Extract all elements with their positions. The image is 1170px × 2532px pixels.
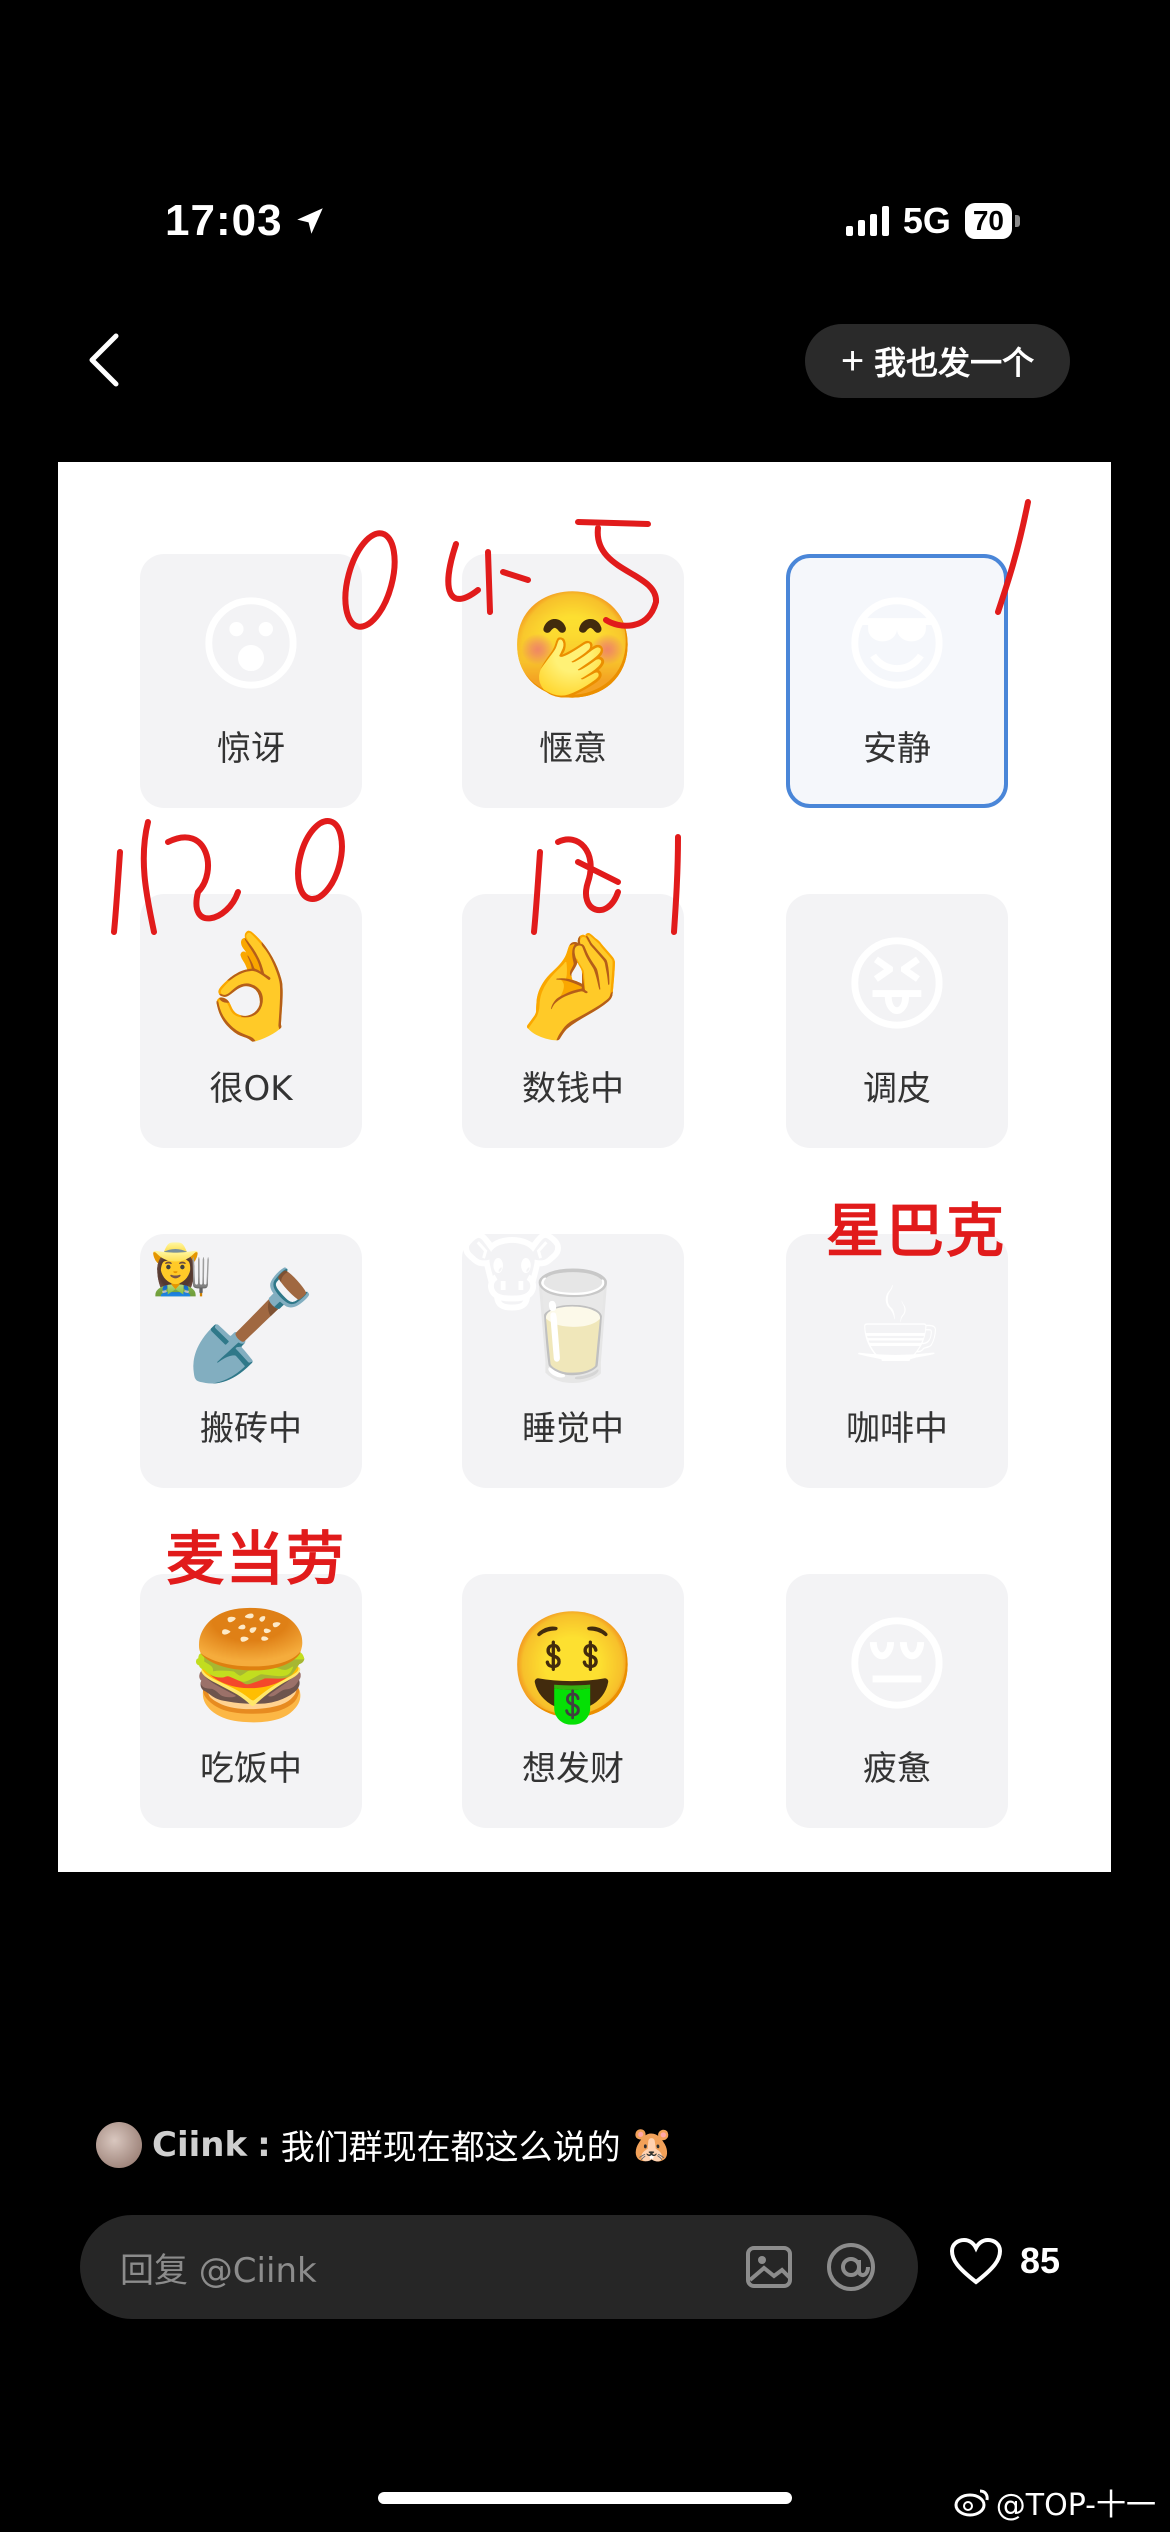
mention-icon[interactable] [824,2240,878,2294]
battery-icon: 70 [964,203,1020,239]
image-icon[interactable] [742,2240,796,2294]
location-arrow-icon [296,208,323,234]
status-time: 17:03 [165,196,327,246]
back-chevron-icon[interactable] [84,330,124,390]
mcdonalds-note: 麦当劳 [166,1525,347,1593]
comment-separator: : [257,2124,271,2165]
comment-username[interactable]: Ciink [152,2125,247,2165]
status-emoji-screenshot: 😮 惊讶 🤭 惬意 😎 安静 👌 很OK 🤌 数钱中 😝 调皮 🪏 搬砖中 🥛 睡觉中 ☕ 咖啡中 🍔 吃饭中 🤑 想发财… [58,462,1111,1872]
battery-level: 70 [964,203,1012,239]
weibo-logo-icon [954,2489,989,2517]
hamster-emoji: 🐹 [630,2124,674,2165]
watermark: @TOP-十一 [954,2480,1156,2524]
plus-icon: + [840,339,865,383]
watermark-text: @TOP-十一 [995,2488,1156,2523]
comment-line: Ciink : 我们群现在都这么说的 🐹 [96,2120,673,2169]
reply-placeholder: 回复 @Ciink [120,2250,317,2291]
status-indicators: 5G 70 [845,200,1020,242]
starbucks-note: 星巴克 [826,1197,1007,1265]
home-indicator[interactable] [378,2492,792,2504]
post-too-button[interactable]: + 我也发一个 [805,324,1070,398]
network-type: 5G [902,200,951,241]
handwriting-scribbles [111,499,1031,935]
post-too-label: 我也发一个 [874,345,1035,381]
clock: 17:03 [165,196,283,245]
heart-icon [949,2237,1003,2285]
reply-input[interactable]: 回复 @Ciink [80,2215,918,2319]
like-button[interactable]: 85 [948,2236,1060,2286]
comment-text: 我们群现在都这么说的 [280,2128,621,2168]
avatar[interactable] [96,2121,142,2168]
like-count: 85 [1020,2240,1061,2281]
cellular-signal-icon [845,206,889,236]
